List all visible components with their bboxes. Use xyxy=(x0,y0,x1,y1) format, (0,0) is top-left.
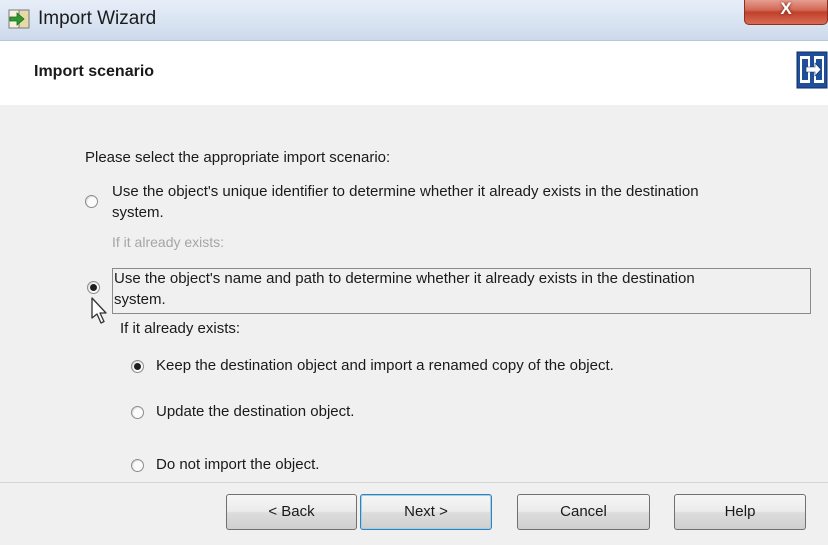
back-button[interactable]: < Back xyxy=(226,494,357,530)
unique-id-if-exists-label: If it already exists: xyxy=(112,234,225,250)
update-destination-radio[interactable] xyxy=(131,406,144,419)
cancel-button[interactable]: Cancel xyxy=(517,494,650,530)
name-path-scenario-label-line1[interactable]: Use the object's name and path to determ… xyxy=(114,270,695,287)
scenario-prompt: Please select the appropriate import sce… xyxy=(85,149,391,166)
unique-id-scenario-label-line2[interactable]: system. xyxy=(112,204,164,221)
close-icon: X xyxy=(780,0,792,18)
next-button[interactable]: Next > xyxy=(360,494,492,530)
title-bar: Import Wizard X xyxy=(0,0,828,41)
help-button[interactable]: Help xyxy=(674,494,806,530)
unique-id-scenario-radio[interactable] xyxy=(85,195,98,208)
close-button[interactable]: X xyxy=(744,0,828,25)
mouse-pointer-icon xyxy=(91,297,107,324)
update-destination-label[interactable]: Update the destination object. xyxy=(156,403,354,420)
unique-id-scenario-label-line1[interactable]: Use the object's unique identifier to de… xyxy=(112,183,699,200)
page-title: Import scenario xyxy=(34,63,155,80)
wizard-logo-icon xyxy=(796,51,828,89)
do-not-import-label[interactable]: Do not import the object. xyxy=(156,456,319,473)
keep-and-rename-radio[interactable] xyxy=(131,360,144,373)
name-path-if-exists-label: If it already exists: xyxy=(120,320,241,337)
import-arrow-icon xyxy=(8,9,30,29)
name-path-scenario-radio[interactable] xyxy=(87,281,100,294)
keep-and-rename-label[interactable]: Keep the destination object and import a… xyxy=(156,357,614,374)
do-not-import-radio[interactable] xyxy=(131,459,144,472)
window-title: Import Wizard xyxy=(38,8,157,29)
name-path-scenario-label-line2[interactable]: system. xyxy=(114,291,166,308)
